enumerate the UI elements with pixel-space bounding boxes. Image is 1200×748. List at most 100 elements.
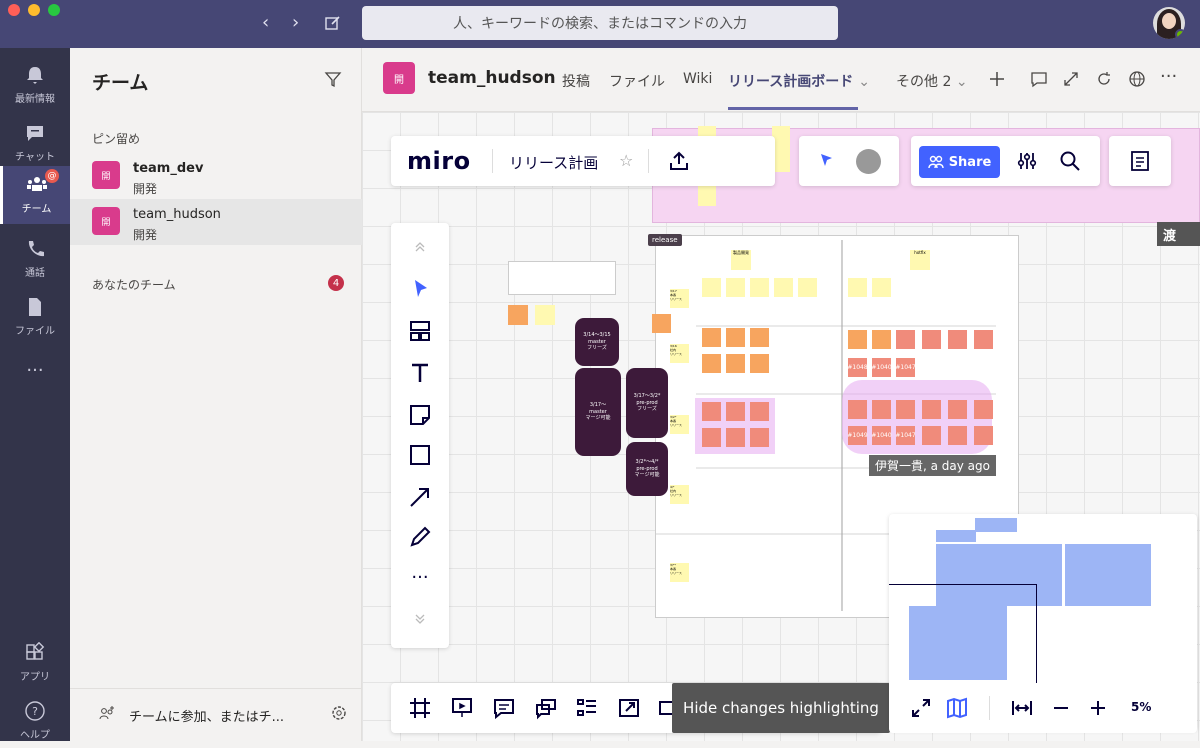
reload-icon[interactable] bbox=[1095, 70, 1113, 88]
sticky-note[interactable] bbox=[848, 400, 867, 419]
sticky-note[interactable] bbox=[798, 278, 817, 297]
star-icon[interactable]: ☆ bbox=[619, 151, 633, 170]
release-sticky[interactable]: 4/* 社内 リリース bbox=[670, 485, 689, 504]
pill-preprod-freeze[interactable]: 3/17〜3/2* pre-prod フリーズ bbox=[626, 368, 668, 438]
card-list-icon[interactable] bbox=[575, 696, 599, 720]
minimap-viewport[interactable] bbox=[889, 584, 1037, 684]
sticky-note[interactable] bbox=[702, 354, 721, 373]
pen-tool-icon[interactable] bbox=[408, 525, 432, 549]
globe-icon[interactable] bbox=[1128, 70, 1146, 88]
sticky-note[interactable]: #1047 bbox=[895, 358, 916, 377]
avatar[interactable] bbox=[1153, 7, 1185, 39]
sticky-note[interactable] bbox=[726, 402, 745, 421]
rail-item-activity[interactable]: 最新情報 bbox=[0, 56, 70, 112]
board-notes-icon[interactable] bbox=[1129, 150, 1151, 172]
share-button[interactable]: Share bbox=[919, 146, 1000, 178]
sticky-note[interactable] bbox=[974, 400, 993, 419]
sticky-note[interactable] bbox=[726, 328, 745, 347]
sticky-note[interactable] bbox=[652, 314, 671, 333]
sticky-note[interactable] bbox=[750, 278, 769, 297]
cursor-mode-icon[interactable] bbox=[819, 152, 835, 170]
zoom-out-icon[interactable] bbox=[1049, 696, 1073, 720]
sticky-note[interactable] bbox=[750, 428, 769, 447]
tab-files[interactable]: ファイル bbox=[609, 71, 665, 91]
sticky-note[interactable]: #1049 bbox=[847, 426, 868, 445]
share-screen-icon[interactable] bbox=[617, 696, 641, 720]
zoom-window-button[interactable] bbox=[48, 4, 60, 16]
sticky-note[interactable] bbox=[726, 354, 745, 373]
sticky-note-icon[interactable] bbox=[408, 403, 432, 427]
sticky-note[interactable] bbox=[702, 278, 721, 297]
sticky-note[interactable] bbox=[702, 328, 721, 347]
join-team-row[interactable]: チームに参加、またはチ... bbox=[70, 688, 362, 738]
minimize-window-button[interactable] bbox=[28, 4, 40, 16]
more-tools-icon[interactable]: ··· bbox=[408, 567, 432, 591]
sticky-note[interactable] bbox=[872, 330, 891, 349]
sticky-note[interactable] bbox=[848, 330, 867, 349]
board-name[interactable]: リリース計画 bbox=[509, 152, 598, 173]
sticky-note[interactable] bbox=[508, 305, 528, 325]
rail-item-calls[interactable]: 通話 bbox=[0, 230, 70, 286]
sticky-note[interactable] bbox=[872, 400, 891, 419]
back-arrow-icon[interactable]: ‹ bbox=[262, 12, 269, 33]
expand-icon[interactable] bbox=[1062, 70, 1080, 88]
release-sticky[interactable]: 3/** 本番 リリース bbox=[670, 563, 689, 582]
text-tool-icon[interactable] bbox=[408, 361, 432, 385]
release-sticky[interactable]: 3/2* 本番 リリース bbox=[670, 415, 689, 434]
sticky-note[interactable]: #1040 bbox=[871, 358, 892, 377]
comments-icon[interactable] bbox=[492, 696, 516, 720]
sticky-note[interactable] bbox=[974, 330, 993, 349]
sticky-note[interactable] bbox=[948, 330, 967, 349]
search-icon[interactable] bbox=[1059, 150, 1081, 172]
conversation-icon[interactable] bbox=[1030, 70, 1048, 88]
sticky-note[interactable] bbox=[702, 428, 721, 447]
miro-logo[interactable]: miro bbox=[407, 147, 471, 175]
pill-master-freeze[interactable]: 3/14〜3/15 master フリーズ bbox=[575, 318, 619, 366]
your-teams-label[interactable]: あなたのチーム bbox=[92, 276, 176, 293]
sticky-note[interactable] bbox=[750, 402, 769, 421]
sticky-note[interactable] bbox=[750, 328, 769, 347]
sticky-note[interactable] bbox=[848, 278, 867, 297]
tab-wiki[interactable]: Wiki bbox=[683, 71, 712, 87]
sticky-note[interactable]: #1048 bbox=[847, 358, 868, 377]
frames-icon[interactable] bbox=[408, 696, 432, 720]
sticky-note[interactable] bbox=[726, 428, 745, 447]
rail-item-teams[interactable]: チーム @ bbox=[0, 166, 70, 224]
note-box[interactable] bbox=[508, 261, 616, 295]
select-cursor-icon[interactable] bbox=[408, 277, 432, 301]
close-window-button[interactable] bbox=[8, 4, 20, 16]
tab-posts[interactable]: 投稿 bbox=[562, 71, 590, 91]
sticky-note[interactable] bbox=[896, 330, 915, 349]
pill-preprod-merge[interactable]: 3/2*〜4/* pre-prod マージ可能 bbox=[626, 442, 668, 496]
sticky-note[interactable]: #1047 bbox=[895, 426, 916, 445]
more-options-icon[interactable]: ··· bbox=[1160, 66, 1177, 87]
pill-master-merge[interactable]: 3/17〜 master マージ可能 bbox=[575, 368, 621, 456]
tab-release-board[interactable]: リリース計画ボード ⌄ bbox=[728, 71, 870, 91]
sticky-note[interactable] bbox=[535, 305, 555, 325]
frame-tag[interactable]: release bbox=[648, 234, 682, 246]
header-sticky[interactable]: hotfix bbox=[910, 250, 930, 270]
header-sticky[interactable]: 製品開発 bbox=[731, 250, 751, 270]
sticky-note[interactable] bbox=[948, 426, 967, 445]
compose-icon[interactable] bbox=[324, 14, 342, 32]
sticky-note[interactable] bbox=[922, 400, 941, 419]
sticky-note[interactable] bbox=[774, 278, 793, 297]
rail-item-apps[interactable]: アプリ bbox=[0, 634, 70, 690]
team-row-hudson[interactable]: 開 team_hudson 開発 bbox=[70, 199, 362, 245]
sticky-note[interactable] bbox=[922, 426, 941, 445]
team-row-dev[interactable]: 開 team_dev 開発 bbox=[70, 153, 362, 199]
sticky-note[interactable] bbox=[922, 330, 941, 349]
sticky-note[interactable] bbox=[750, 354, 769, 373]
zoom-in-icon[interactable] bbox=[1086, 696, 1110, 720]
shape-tool-icon[interactable] bbox=[408, 443, 432, 467]
settings-sliders-icon[interactable] bbox=[1016, 150, 1038, 172]
release-sticky[interactable]: 3/17 本番 リリース bbox=[670, 289, 689, 308]
zoom-level[interactable]: 5% bbox=[1131, 700, 1151, 714]
collaborator-avatar[interactable] bbox=[856, 149, 881, 174]
sticky-note[interactable] bbox=[896, 400, 915, 419]
filter-icon[interactable] bbox=[324, 70, 342, 88]
release-sticky[interactable]: 3/16 社内 リリース bbox=[670, 344, 689, 363]
templates-icon[interactable] bbox=[408, 319, 432, 343]
sticky-note[interactable] bbox=[974, 426, 993, 445]
rail-item-files[interactable]: ファイル bbox=[0, 288, 70, 344]
